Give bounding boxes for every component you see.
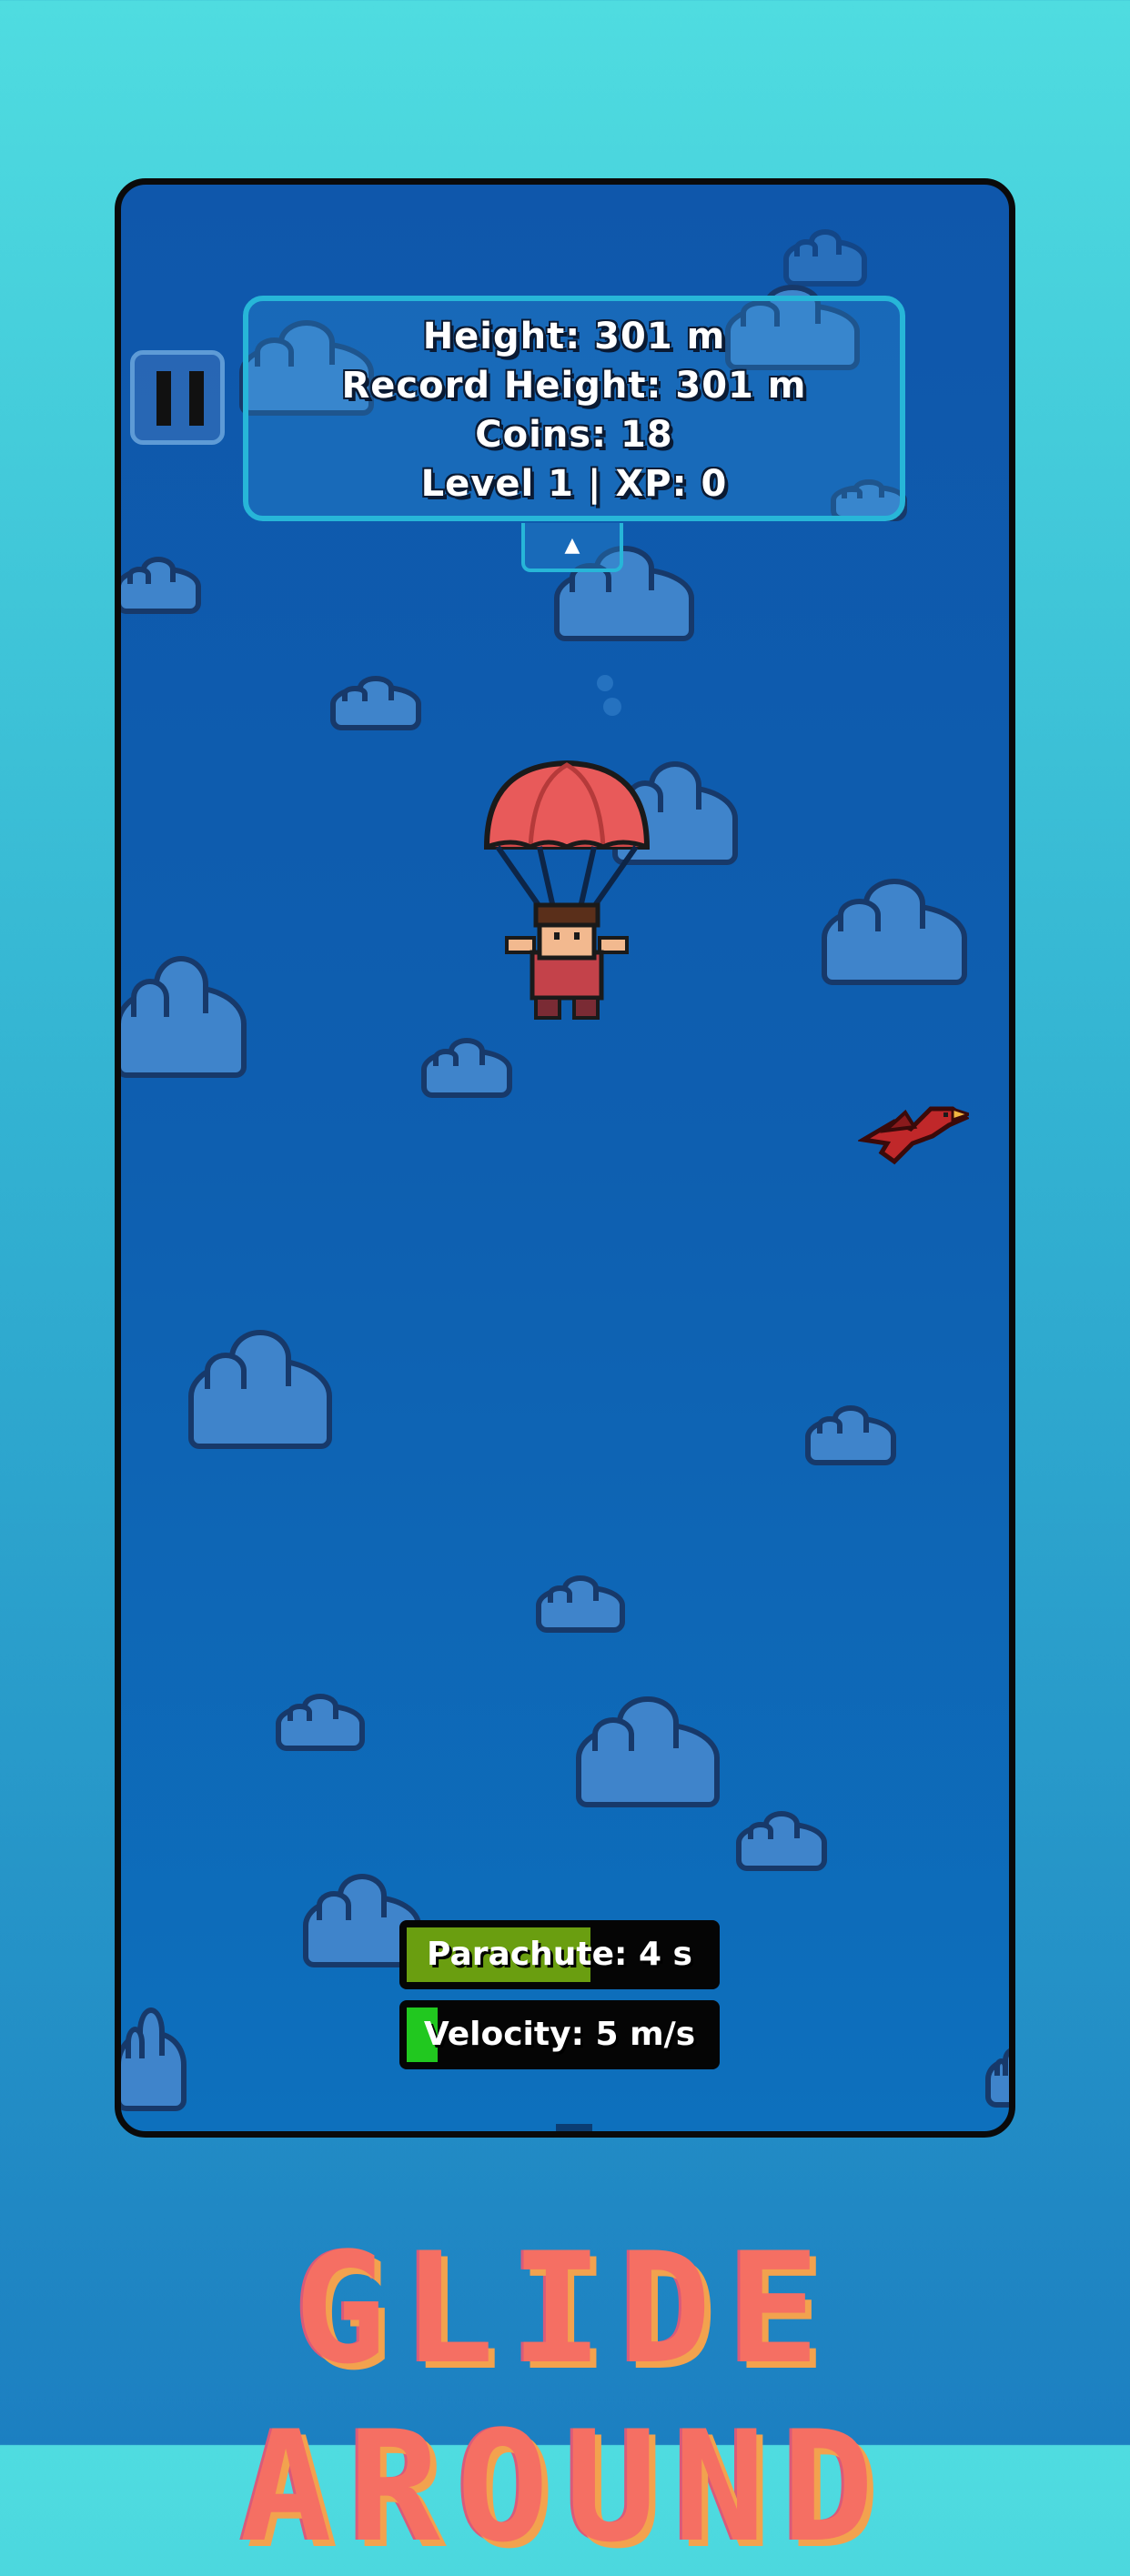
cloud [805,1405,896,1465]
cloud [822,879,967,985]
height-text: Height: 301 m [422,316,726,357]
parachute-meter-label: Parachute: 4 s [427,1936,692,1973]
parachute-meter: Parachute: 4 s [399,1920,720,1989]
velocity-meter-label: Velocity: 5 m/s [423,2016,696,2053]
cloud [985,2048,1009,2108]
cloud [188,1330,332,1449]
bird-enemy [858,1106,969,1165]
cloud [121,2007,187,2111]
home-indicator [556,2124,592,2131]
cloud [421,1038,512,1098]
cloud [121,956,247,1078]
cloud [276,1694,365,1751]
stats-panel: Height: 301 m Record Height: 301 m Coins… [243,296,905,521]
chevron-up-icon: ▲ [564,534,580,557]
coins-text: Coins: 18 [475,414,673,456]
cloud [576,1696,720,1807]
game-screen[interactable]: Height: 301 m Record Height: 301 m Coins… [115,178,1015,2138]
record-height-text: Record Height: 301 m [341,365,807,407]
trail-bubbles [597,675,621,716]
cloud [736,1811,827,1871]
collapse-stats-button[interactable]: ▲ [521,523,623,572]
level-xp-text: Level 1 | XP: 0 [420,463,728,505]
title-banner: GLIDE AROUND [239,2219,891,2576]
pause-icon-bar [189,371,204,426]
cloud [121,557,201,614]
pause-icon [156,371,171,426]
cloud [330,676,421,730]
cloud [554,545,694,641]
cloud [783,229,867,287]
cloud [536,1575,625,1633]
player-parachutist [483,760,651,1020]
pause-button[interactable] [130,350,225,445]
velocity-meter: Velocity: 5 m/s [399,2000,720,2069]
